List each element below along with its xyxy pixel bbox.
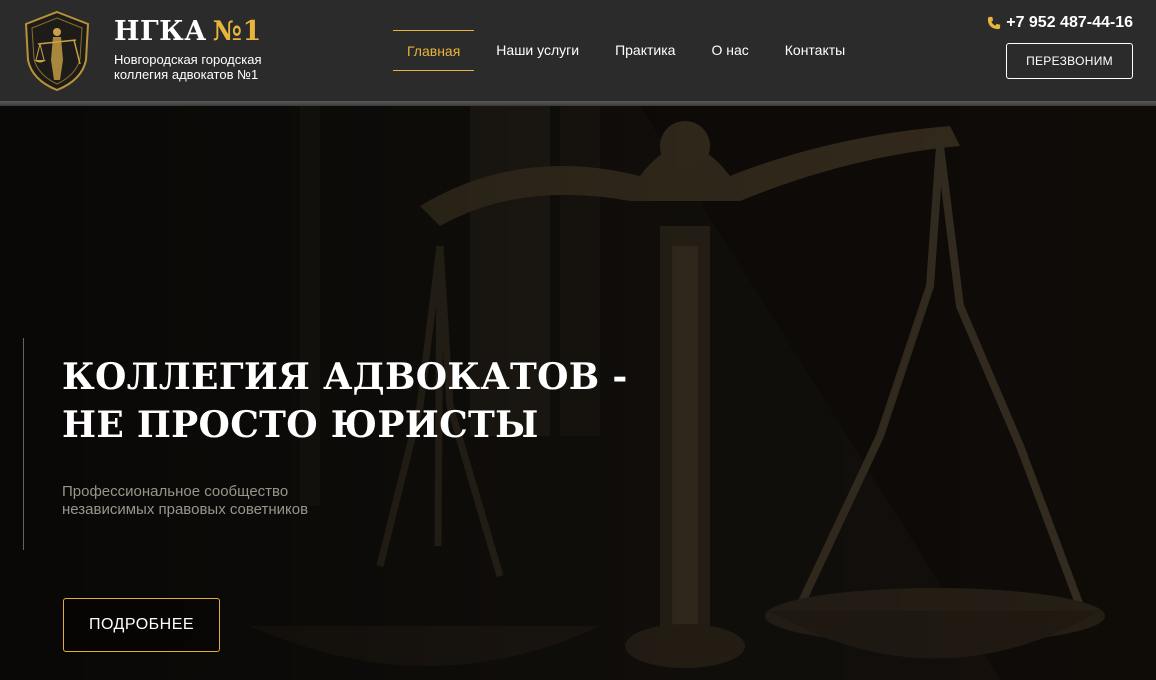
brand-subtitle: Новгородская городская коллегия адвокато… — [114, 52, 262, 82]
site-header: НГКА №1 Новгородская городская коллегия а… — [0, 0, 1156, 101]
brand-title[interactable]: НГКА №1 — [114, 16, 262, 47]
hero-title: КОЛЛЕГИЯ АДВОКАТОВ - НЕ ПРОСТО ЮРИСТЫ — [62, 353, 628, 449]
hero-section: КОЛЛЕГИЯ АДВОКАТОВ - НЕ ПРОСТО ЮРИСТЫ Пр… — [0, 106, 1156, 680]
phone-icon — [988, 16, 1001, 30]
main-nav: Главная Наши услуги Практика О нас Конта… — [393, 30, 867, 71]
logo-shield-icon[interactable] — [22, 10, 92, 92]
nav-item-home[interactable]: Главная — [393, 30, 475, 71]
hero-title-line-2: НЕ ПРОСТО ЮРИСТЫ — [62, 404, 539, 446]
header-divider — [0, 101, 1156, 106]
phone-link[interactable]: +7 952 487-44-16 — [987, 14, 1133, 32]
more-button[interactable]: ПОДРОБНЕЕ — [63, 598, 220, 652]
hero-title-line-1: КОЛЛЕГИЯ АДВОКАТОВ - — [62, 356, 628, 398]
nav-item-practice[interactable]: Практика — [601, 30, 689, 71]
hero-accent-line — [23, 338, 24, 550]
nav-item-about[interactable]: О нас — [697, 30, 762, 71]
nav-item-services[interactable]: Наши услуги — [482, 30, 593, 71]
hero-subtitle: Профессиональное сообщество независимых … — [62, 483, 309, 518]
callback-button[interactable]: ПЕРЕЗВОНИМ — [1006, 43, 1133, 79]
brand-abbr: НГКА — [114, 16, 207, 47]
brand-number: №1 — [212, 16, 262, 47]
nav-item-contacts[interactable]: Контакты — [771, 30, 859, 71]
phone-number: +7 952 487-44-16 — [1006, 14, 1133, 31]
